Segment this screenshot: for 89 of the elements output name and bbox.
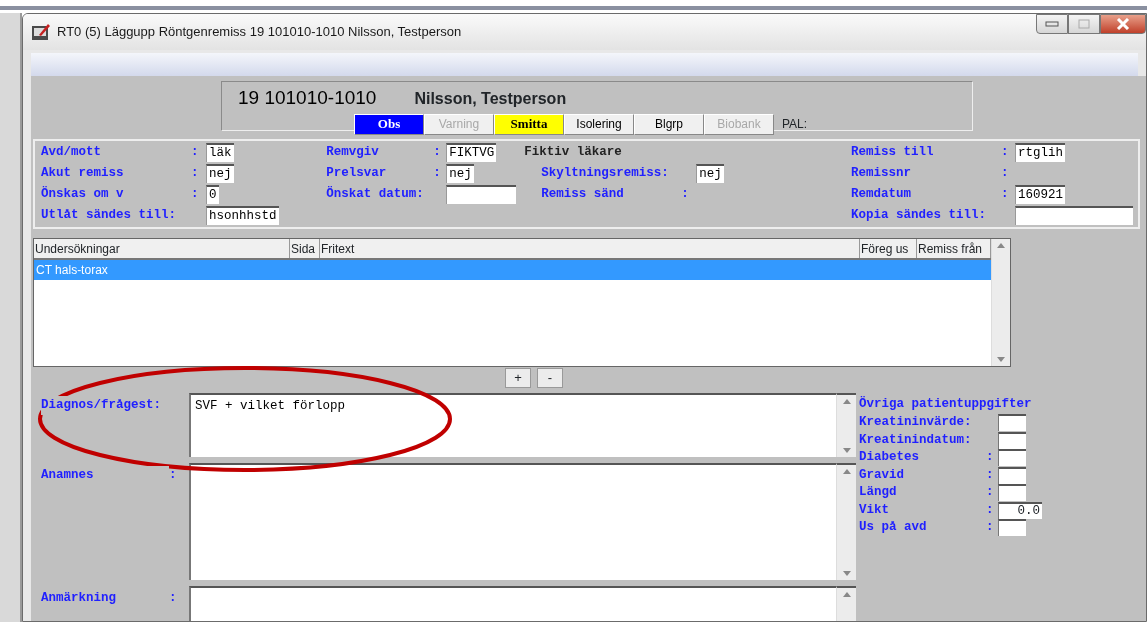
maximize-icon: [1078, 19, 1090, 29]
field-label: Diagnos/frågest:: [41, 396, 162, 415]
field-label: Remissnr: [850, 165, 912, 183]
input-field[interactable]: läk: [206, 143, 234, 162]
field-label: Diabetes: [859, 449, 920, 467]
input-field[interactable]: nej: [696, 164, 724, 183]
colon: :: [986, 466, 995, 484]
minimize-icon: [1045, 21, 1059, 27]
section-title: Övriga patientuppgifter: [859, 395, 1033, 413]
pal-label: PAL:: [782, 116, 808, 133]
field-label: Remiss sänd: [541, 186, 625, 204]
colon: :: [433, 165, 442, 183]
patient-id: 19 101010-1010: [238, 87, 377, 108]
input-field[interactable]: [998, 414, 1026, 431]
input-field[interactable]: [998, 431, 1026, 449]
colon: :: [1000, 165, 1010, 183]
close-icon: [1116, 18, 1130, 30]
remove-button[interactable]: -: [537, 368, 563, 388]
colon: :: [169, 467, 177, 484]
column-header[interactable]: Fritext: [320, 239, 860, 258]
field-label: Remiss till: [850, 144, 935, 162]
minimize-button[interactable]: [1036, 14, 1068, 34]
input-field[interactable]: rtglih: [1014, 143, 1065, 162]
field-label: Remdatum: [850, 186, 912, 204]
colon: :: [191, 186, 200, 204]
field-label: Remvgiv: [326, 144, 380, 162]
input-field[interactable]: [998, 449, 1026, 466]
field-label: Utlåt sändes till:: [41, 207, 178, 225]
close-button[interactable]: [1100, 14, 1146, 34]
field-label: Längd: [859, 484, 898, 502]
column-header[interactable]: Sida: [290, 239, 320, 258]
add-button[interactable]: +: [505, 368, 531, 388]
input-field[interactable]: 0.0: [998, 501, 1042, 519]
field-label: Kreatinindatum:: [859, 431, 973, 449]
colon: :: [986, 484, 995, 502]
field-label: Önskas om v: [41, 185, 125, 204]
doctor-name: Fiktiv läkare: [524, 144, 622, 162]
field-label: Us på avd: [859, 519, 928, 537]
column-header[interactable]: Föreg us: [860, 239, 917, 258]
scroll-down-icon[interactable]: [997, 357, 1005, 362]
field-label: Akut remiss: [41, 165, 125, 183]
field-label: Kreatininvärde:: [859, 414, 973, 432]
flag-button[interactable]: Blgrp: [634, 113, 704, 135]
colon: :: [169, 590, 177, 607]
field-label: Önskat datum:: [326, 185, 425, 204]
maximize-button[interactable]: [1068, 14, 1100, 34]
input-field[interactable]: 0: [206, 185, 219, 204]
field-label: Avd/mott: [41, 144, 102, 162]
text-area[interactable]: SVF + vilket förlopp: [189, 393, 836, 457]
input-field[interactable]: nej: [206, 164, 234, 183]
input-field[interactable]: [998, 484, 1026, 501]
field-label: Vikt: [859, 501, 890, 519]
field-label: Gravid: [859, 466, 905, 484]
scrollbar[interactable]: [836, 393, 856, 457]
colon: :: [191, 165, 200, 183]
input-field[interactable]: hsonhhstd: [206, 206, 279, 225]
scroll-up-icon[interactable]: [842, 399, 851, 404]
scroll-up-icon[interactable]: [997, 243, 1005, 248]
field-label: Skyltningsremiss:: [541, 165, 670, 183]
colon: :: [1000, 186, 1010, 204]
input-field[interactable]: [998, 519, 1026, 536]
input-field[interactable]: [1014, 206, 1133, 225]
colon: :: [191, 144, 200, 162]
input-field[interactable]: nej: [446, 164, 474, 183]
scroll-up-icon[interactable]: [842, 469, 851, 474]
scrollbar[interactable]: [836, 463, 856, 580]
colon: :: [986, 449, 995, 467]
colon: :: [1000, 144, 1010, 162]
scroll-up-icon[interactable]: [842, 592, 851, 597]
flag-button[interactable]: Isolering: [564, 113, 634, 135]
scroll-down-icon[interactable]: [842, 448, 851, 453]
app-icon: [31, 23, 51, 41]
column-header[interactable]: Undersökningar: [34, 239, 290, 258]
text-area[interactable]: [189, 463, 836, 580]
flag-button[interactable]: Smitta: [494, 113, 564, 135]
colon: :: [986, 519, 995, 537]
input-field[interactable]: [446, 185, 517, 204]
input-field[interactable]: [998, 466, 1026, 484]
patient-name: Nilsson, Testperson: [414, 90, 567, 107]
scroll-down-icon[interactable]: [842, 571, 851, 576]
colon: :: [681, 186, 690, 204]
input-field[interactable]: FIKTVG: [446, 143, 497, 162]
field-label: Prelsvar: [326, 165, 388, 183]
colon: :: [433, 144, 442, 162]
flag-button[interactable]: Obs: [354, 113, 424, 135]
window-title: RT0 (5) Läggupp Röntgenremiss 19 101010-1010 Nilsson, Testperson: [57, 23, 462, 42]
field-label: Kopia sändes till:: [850, 207, 987, 225]
input-field[interactable]: 160921: [1014, 185, 1065, 204]
colon: :: [986, 501, 995, 519]
